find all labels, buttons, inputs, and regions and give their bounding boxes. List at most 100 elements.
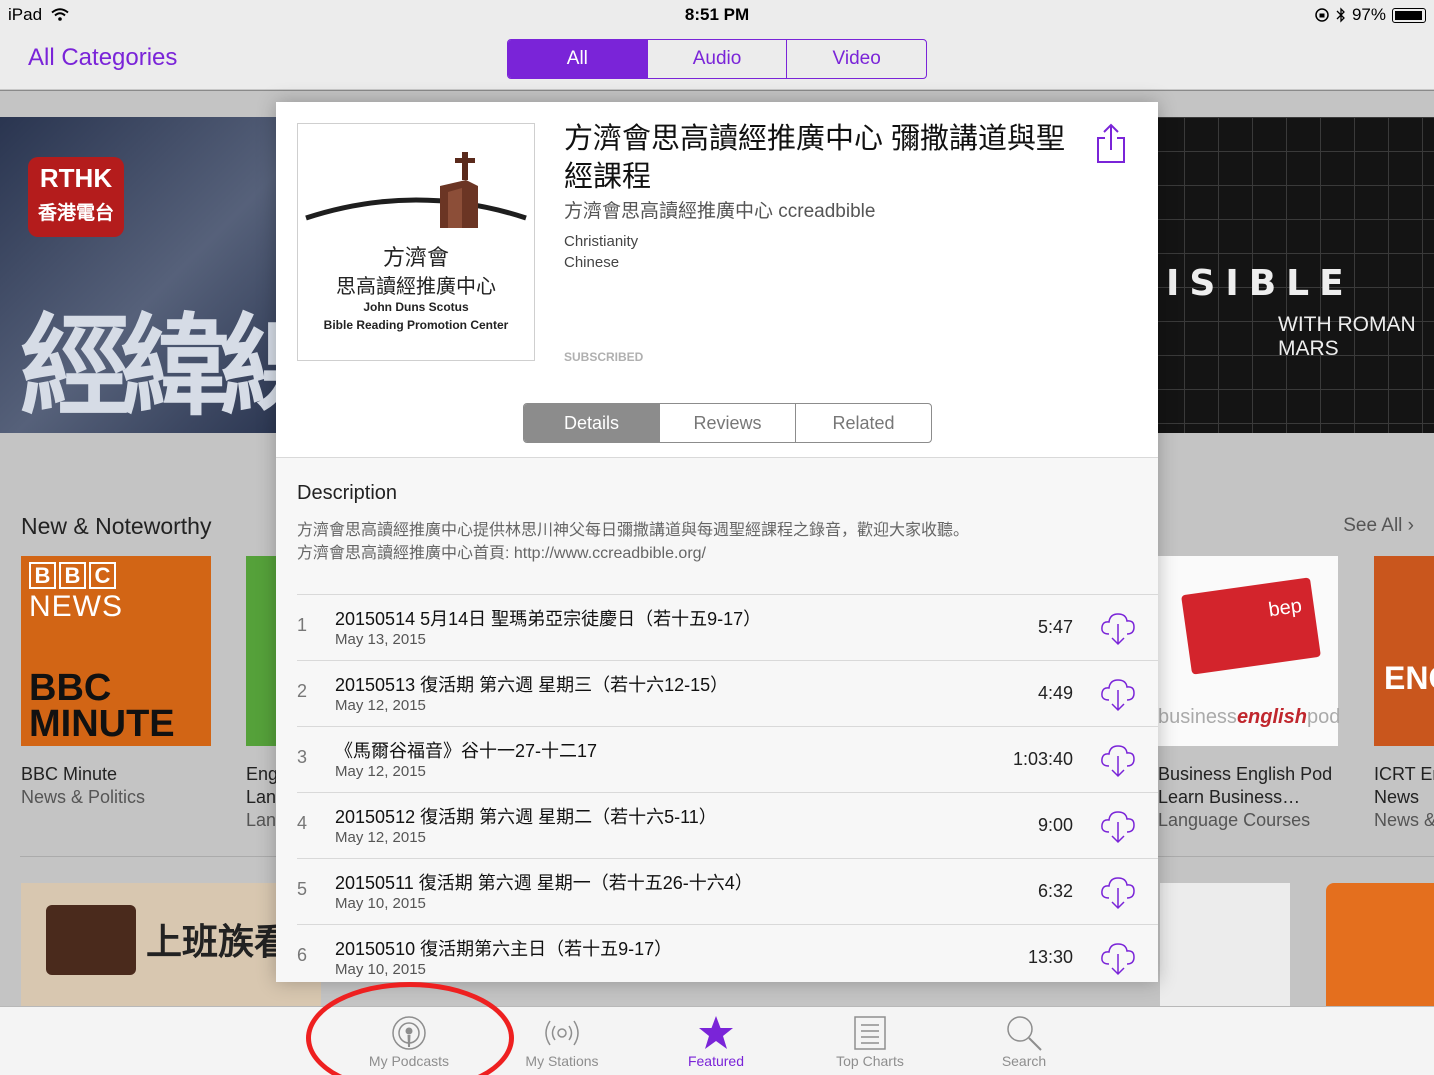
- episode-duration: 4:49: [1037, 683, 1073, 703]
- download-cloud-icon[interactable]: [1098, 740, 1138, 780]
- podcast-language: Chinese: [564, 254, 620, 271]
- episode-number: 1: [297, 615, 308, 635]
- tile-business-english-pod[interactable]: bep businessenglishpod Business English …: [1158, 556, 1341, 831]
- rthk-logo-subtext: 香港電台: [37, 203, 114, 224]
- church-logo-icon: [305, 152, 527, 228]
- episode-title: 《馬爾谷福音》谷十一27-十二17: [335, 741, 598, 761]
- media-type-segmented-control: All Audio Video: [507, 39, 927, 79]
- tab-my-podcasts[interactable]: My Podcasts: [344, 1013, 474, 1069]
- episode-row[interactable]: 5 20150511 復活期 第六週 星期一（若十五26-十六4） May 10…: [297, 858, 1158, 924]
- episode-row[interactable]: 4 20150512 復活期 第六週 星期二（若十六5-11） May 12, …: [297, 792, 1158, 858]
- tab-label: My Podcasts: [368, 1053, 450, 1069]
- rthk-banner-title: 經緯線: [20, 306, 290, 429]
- invisible-banner[interactable]: ISIBLE WITH ROMAN MARS: [1150, 117, 1434, 433]
- star-icon: [699, 1016, 733, 1049]
- share-icon[interactable]: [1094, 122, 1128, 164]
- search-icon: [1007, 1016, 1042, 1051]
- tile-title-line2: Lan: [246, 787, 277, 807]
- podcast-icon: [392, 1016, 426, 1050]
- episode-duration: 1:03:40: [1012, 749, 1073, 769]
- tile-english[interactable]: Eng Lan Lan: [246, 556, 278, 831]
- tile-title: Business English Pod: [1158, 764, 1333, 784]
- episode-number: 6: [297, 945, 308, 965]
- see-all-label: See All: [1343, 515, 1403, 536]
- episode-row[interactable]: 2 20150513 復活期 第六週 星期三（若十六12-15） May 12,…: [297, 660, 1158, 726]
- tile-title: Eng: [246, 764, 279, 784]
- details-panel: Description 方濟會思高讀經推廣中心提供林思川神父每日彌撒講道與每週聖…: [276, 457, 1158, 982]
- banner-calligraphy[interactable]: [1160, 883, 1290, 1013]
- tile-artwork: BBC NEWS BBC MINUTE: [21, 556, 211, 746]
- tab-details[interactable]: Details: [524, 404, 660, 442]
- description-line: 方濟會思高讀經推廣中心提供林思川神父每日彌撒講道與每週聖經課程之錄音，歡迎大家收…: [297, 522, 970, 539]
- battery-icon: [1392, 7, 1426, 23]
- episode-row[interactable]: 3 《馬爾谷福音》谷十一27-十二17 May 12, 2015 1:03:40: [297, 726, 1158, 792]
- description-text: 方濟會思高讀經推廣中心提供林思川神父每日彌撒講道與每週聖經課程之錄音，歡迎大家收…: [297, 519, 1137, 565]
- artwork-en-line2: Bible Reading Promotion Center: [323, 318, 509, 332]
- episode-row[interactable]: 1 20150514 5月14日 聖瑪弟亞宗徒慶日（若十五9-17） May 1…: [297, 594, 1158, 660]
- banner-orange[interactable]: [1326, 883, 1434, 1013]
- segment-audio[interactable]: Audio: [648, 40, 788, 78]
- tile-subtitle: Language Courses: [1158, 810, 1311, 830]
- tab-related[interactable]: Related: [796, 404, 931, 442]
- episode-title: 20150513 復活期 第六週 星期三（若十六12-15）: [335, 675, 729, 695]
- rthk-banner[interactable]: RTHK 香港電台 經緯線: [0, 117, 290, 433]
- bbc-news-text: NEWS: [29, 590, 123, 623]
- episode-duration: 13:30: [1027, 947, 1073, 967]
- bep-wordmark: businessenglishpod: [1158, 706, 1341, 728]
- tile-subtitle: Lan: [246, 810, 277, 830]
- status-right: 97%: [1314, 5, 1426, 25]
- episode-date: May 13, 2015: [335, 631, 426, 648]
- tab-top-charts[interactable]: Top Charts: [805, 1013, 935, 1069]
- invisible-banner-subtitle: WITH ROMAN MARS: [1278, 313, 1416, 360]
- briefcase-icon: [46, 905, 136, 975]
- episode-duration: 5:47: [1037, 617, 1073, 637]
- tab-bar: My Podcasts My Stations Featured Top Cha…: [0, 1006, 1434, 1075]
- tile-title: ICRT En: [1374, 764, 1434, 784]
- tile-bbc-minute[interactable]: BBC NEWS BBC MINUTE BBC Minute News & Pol…: [21, 556, 211, 808]
- bluetooth-icon: [1336, 7, 1345, 23]
- tab-label: Featured: [687, 1053, 745, 1069]
- see-all-link[interactable]: See All ›: [1343, 515, 1414, 537]
- podcast-author[interactable]: 方濟會思高讀經推廣中心 ccreadbible: [564, 196, 875, 223]
- segment-video[interactable]: Video: [787, 40, 926, 78]
- tab-search[interactable]: Search: [959, 1013, 1089, 1069]
- tab-featured[interactable]: Featured: [651, 1013, 781, 1069]
- tab-label: Top Charts: [836, 1053, 904, 1069]
- episode-duration: 9:00: [1037, 815, 1073, 835]
- tile-title-line2: News: [1374, 787, 1420, 807]
- invisible-banner-title: ISIBLE: [1166, 263, 1354, 304]
- description-heading: Description: [297, 482, 398, 504]
- icrt-eng-text: ENG: [1384, 660, 1434, 696]
- battery-percent: 97%: [1351, 5, 1386, 24]
- podcast-title: 方濟會思高讀經推廣中心 彌撒講道與聖經課程: [564, 123, 1066, 193]
- status-time: 8:51 PM: [684, 5, 750, 24]
- artwork-cn-line1: 方濟會: [382, 246, 449, 271]
- tile-subtitle: News &: [1374, 810, 1434, 830]
- download-cloud-icon[interactable]: [1098, 938, 1138, 978]
- chevron-right-icon: ›: [1407, 515, 1414, 536]
- status-bar: iPad 8:51 PM 97%: [0, 0, 1434, 30]
- details-segmented-control: Details Reviews Related: [523, 403, 932, 443]
- episode-date: May 12, 2015: [335, 829, 426, 846]
- episode-number: 5: [297, 879, 308, 899]
- download-cloud-icon[interactable]: [1098, 674, 1138, 714]
- episode-date: May 12, 2015: [335, 763, 426, 780]
- description-line[interactable]: 方濟會思高讀經推廣中心首頁: http://www.ccreadbible.or…: [297, 542, 1137, 565]
- artwork-en-line1: John Duns Scotus: [363, 300, 469, 314]
- download-cloud-icon[interactable]: [1098, 608, 1138, 648]
- tile-subtitle: News & Politics: [21, 787, 146, 807]
- segment-all[interactable]: All: [508, 40, 648, 78]
- tile-title: BBC Minute: [21, 764, 118, 784]
- episode-row[interactable]: 6 20150510 復活期第六主日（若十五9-17） May 10, 2015…: [297, 924, 1158, 982]
- podcast-category: Christianity: [564, 233, 639, 250]
- section-title: New & Noteworthy: [21, 513, 212, 539]
- tile-icrt-news[interactable]: ENG ICRT En News News &: [1374, 556, 1434, 831]
- episode-title: 20150512 復活期 第六週 星期二（若十六5-11）: [335, 807, 717, 827]
- podcast-artwork: 方濟會 思高讀經推廣中心 John Duns Scotus Bible Read…: [297, 123, 535, 361]
- tab-reviews[interactable]: Reviews: [660, 404, 796, 442]
- download-cloud-icon[interactable]: [1098, 872, 1138, 912]
- download-cloud-icon[interactable]: [1098, 806, 1138, 846]
- all-categories-button[interactable]: All Categories: [28, 44, 177, 72]
- subscribed-button[interactable]: SUBSCRIBED: [564, 350, 643, 364]
- tab-my-stations[interactable]: My Stations: [497, 1013, 627, 1069]
